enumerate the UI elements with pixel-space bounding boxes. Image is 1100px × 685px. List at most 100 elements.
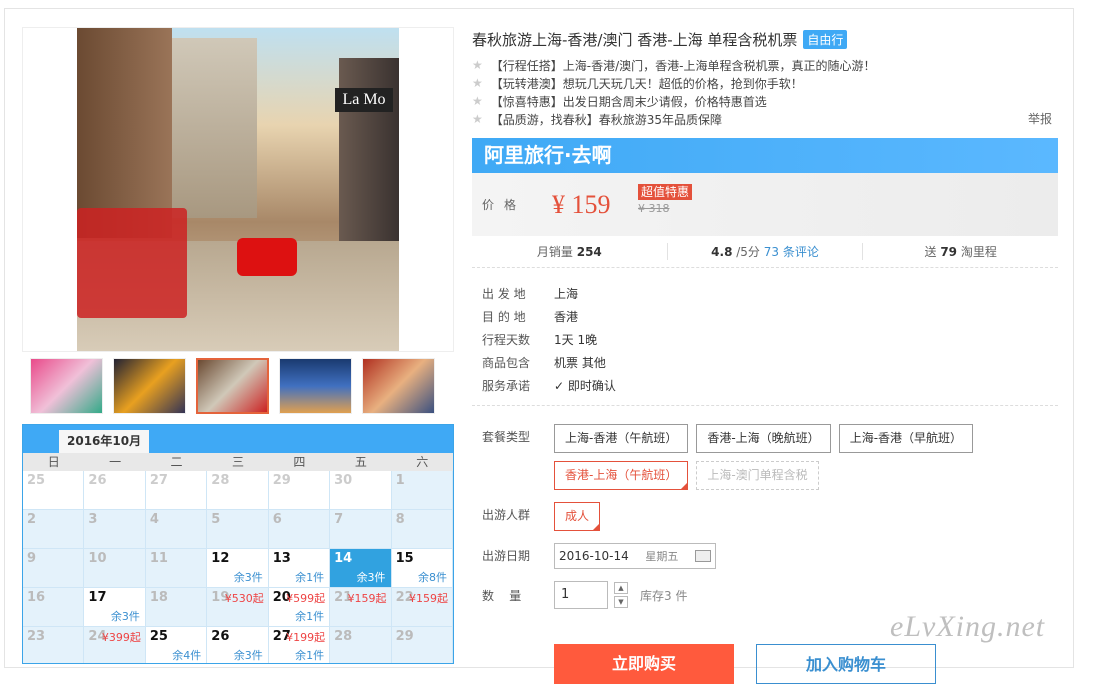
buy-now-button[interactable]: 立即购买 xyxy=(554,644,734,684)
people-label: 出游人群 xyxy=(482,508,531,522)
package-option[interactable]: 上海-香港（早航班） xyxy=(838,424,974,453)
main-image: La Mo xyxy=(22,27,454,352)
feature-list: ★ 【行程任搭】上海-香港/澳门，香港-上海单程含税机票，真正的随心游！ ★ 【玩转… xyxy=(472,56,1058,128)
calendar-day[interactable]: 25 余4件 xyxy=(145,627,208,663)
info-value: 机票 其他 xyxy=(554,356,606,370)
star-icon: ★ xyxy=(472,58,483,72)
calendar-month-tab[interactable]: 2016年10月 xyxy=(59,430,150,453)
day-number: 29 xyxy=(272,473,291,488)
quantity-label: 数 量 xyxy=(482,588,522,603)
thumbnail-4[interactable] xyxy=(279,358,352,414)
calendar-day: 18 xyxy=(145,588,208,627)
feature-item: ★ 【行程任搭】上海-香港/澳门，香港-上海单程含税机票，真正的随心游！ xyxy=(472,58,876,73)
day-number: 23 xyxy=(27,629,46,644)
day-remaining: 余3件 xyxy=(233,649,263,662)
thumbnail-1[interactable] xyxy=(30,358,103,414)
thumbnail-5[interactable] xyxy=(362,358,435,414)
product-title-row: 春秋旅游上海-香港/澳门 香港-上海 单程含税机票 自由行 xyxy=(472,28,1058,50)
special-offer: 超值特惠 ¥ 318 xyxy=(638,183,693,215)
alitrip-banner: 阿里旅行·去啊 xyxy=(472,138,1058,173)
product-title: 春秋旅游上海-香港/澳门 香港-上海 单程含税机票 xyxy=(472,30,798,49)
day-price: ¥399起 xyxy=(101,631,141,644)
day-number: 12 xyxy=(211,551,230,566)
add-to-cart-button[interactable]: 加入购物车 xyxy=(756,644,936,684)
calendar-day: 10 xyxy=(84,549,146,588)
package-options: 上海-香港（午航班） 香港-上海（晚航班） 上海-香港（早航班） 香港-上海（午航班）… xyxy=(554,424,1024,490)
day-number: 3 xyxy=(88,512,98,527)
day-number: 28 xyxy=(211,473,230,488)
weekday-label: 二 xyxy=(170,455,183,469)
product-details: 春秋旅游上海-香港/澳门 香港-上海 单程含税机票 自由行 ★ 【行程任搭】上海-… xyxy=(472,28,1058,684)
thumbnail-2[interactable] xyxy=(113,358,186,414)
date-weekday: 星期五 xyxy=(645,550,679,563)
thumbnail-3-active[interactable] xyxy=(196,358,269,414)
calendar-day: 28 xyxy=(207,471,269,510)
day-number: 9 xyxy=(27,551,37,566)
weekday-label: 一 xyxy=(109,455,122,469)
calendar-day[interactable]: 27 ¥199起 余1件 xyxy=(268,627,331,663)
day-number: 17 xyxy=(88,590,107,605)
day-number: 6 xyxy=(272,512,282,527)
price-value: ¥ 159 xyxy=(552,189,611,219)
day-number: 13 xyxy=(272,551,291,566)
calendar-day[interactable]: 15 余8件 xyxy=(391,549,453,588)
departure-calendar: 2016年10月 日一二三四五六 25 26 27 28 29 30 1 2 3 4 5 6 7 8 9 10… xyxy=(22,424,454,664)
calendar-day[interactable]: 17 余3件 xyxy=(84,588,146,627)
calendar-day: 21 ¥159起 xyxy=(330,588,392,627)
reviews-link[interactable]: 73 条评论 xyxy=(764,245,819,259)
day-price: ¥599起 xyxy=(286,592,326,605)
calendar-day[interactable]: 26 余3件 xyxy=(207,627,269,663)
package-option[interactable]: 香港-上海（晚航班） xyxy=(696,424,831,453)
calendar-day: 5 xyxy=(207,510,269,549)
calendar-day: 9 xyxy=(23,549,85,588)
feature-item: ★ 【惊喜特惠】出发日期含周末少请假，价格特惠首选 xyxy=(472,94,767,109)
calendar-icon[interactable] xyxy=(695,550,711,562)
calendar-day: 8 xyxy=(391,510,453,549)
info-value: 1天 1晚 xyxy=(554,333,598,347)
quantity-stepper: ▲ ▼ xyxy=(614,582,628,608)
calendar-day: 26 xyxy=(84,471,146,510)
info-key: 出 发 地 xyxy=(482,287,526,301)
calendar-day: 4 xyxy=(145,510,208,549)
quantity-input[interactable]: 1 xyxy=(554,581,608,609)
day-number: 2 xyxy=(27,512,37,527)
special-badge: 超值特惠 xyxy=(638,184,693,200)
date-value: 2016-10-14 xyxy=(559,549,629,563)
increment-icon[interactable]: ▲ xyxy=(614,582,628,594)
day-number: 7 xyxy=(334,512,344,527)
day-number: 5 xyxy=(211,512,221,527)
report-link[interactable]: 举报 xyxy=(1028,110,1052,127)
day-price: ¥199起 xyxy=(286,631,326,644)
calendar-day[interactable]: 13 余1件 xyxy=(268,549,331,588)
day-number: 4 xyxy=(149,512,159,527)
package-option[interactable]: 上海-香港（午航班） xyxy=(554,424,689,453)
info-row: 行程天数 1天 1晚 xyxy=(482,328,1048,351)
calendar-day: 28 xyxy=(330,627,392,663)
people-option-adult[interactable]: 成人 xyxy=(554,502,601,531)
calendar-day[interactable]: 14 余3件 xyxy=(330,549,392,588)
info-key: 商品包含 xyxy=(482,356,531,370)
price-box: 价格 ¥ 159 超值特惠 ¥ 318 xyxy=(472,173,1058,236)
calendar-day: 3 xyxy=(84,510,146,549)
check-circle-icon: ✓ xyxy=(554,379,568,393)
calendar-day[interactable]: 12 余3件 xyxy=(207,549,269,588)
star-icon: ★ xyxy=(472,94,483,108)
weekday-label: 五 xyxy=(354,455,367,469)
calendar-day[interactable]: 20 ¥599起 余1件 xyxy=(268,588,331,627)
package-option: 上海-澳门单程含税 xyxy=(696,461,819,490)
day-number: 29 xyxy=(395,629,414,644)
thumbnail-strip xyxy=(30,358,435,414)
decrement-icon[interactable]: ▼ xyxy=(614,596,628,608)
calendar-day: 29 xyxy=(268,471,331,510)
calendar-grid: 25 26 27 28 29 30 1 2 3 4 5 6 7 8 9 10 11 12 余3件 13 余1件 14 余3件… xyxy=(23,471,453,663)
calendar-day: 1 xyxy=(391,471,453,510)
day-remaining: 余3件 xyxy=(110,610,140,623)
package-option[interactable]: 香港-上海（午航班） xyxy=(554,461,689,490)
day-remaining: 余1件 xyxy=(295,610,325,623)
date-picker[interactable]: 2016-10-14 星期五 xyxy=(554,543,716,569)
info-key: 目 的 地 xyxy=(482,310,526,324)
stats-bar: 月销量 254 4.8 /5分 73 条评论 送 79 淘里程 xyxy=(472,236,1058,268)
day-price: ¥530起 xyxy=(224,592,264,605)
calendar-day: 30 xyxy=(330,471,392,510)
price-label: 价格 xyxy=(482,198,527,212)
